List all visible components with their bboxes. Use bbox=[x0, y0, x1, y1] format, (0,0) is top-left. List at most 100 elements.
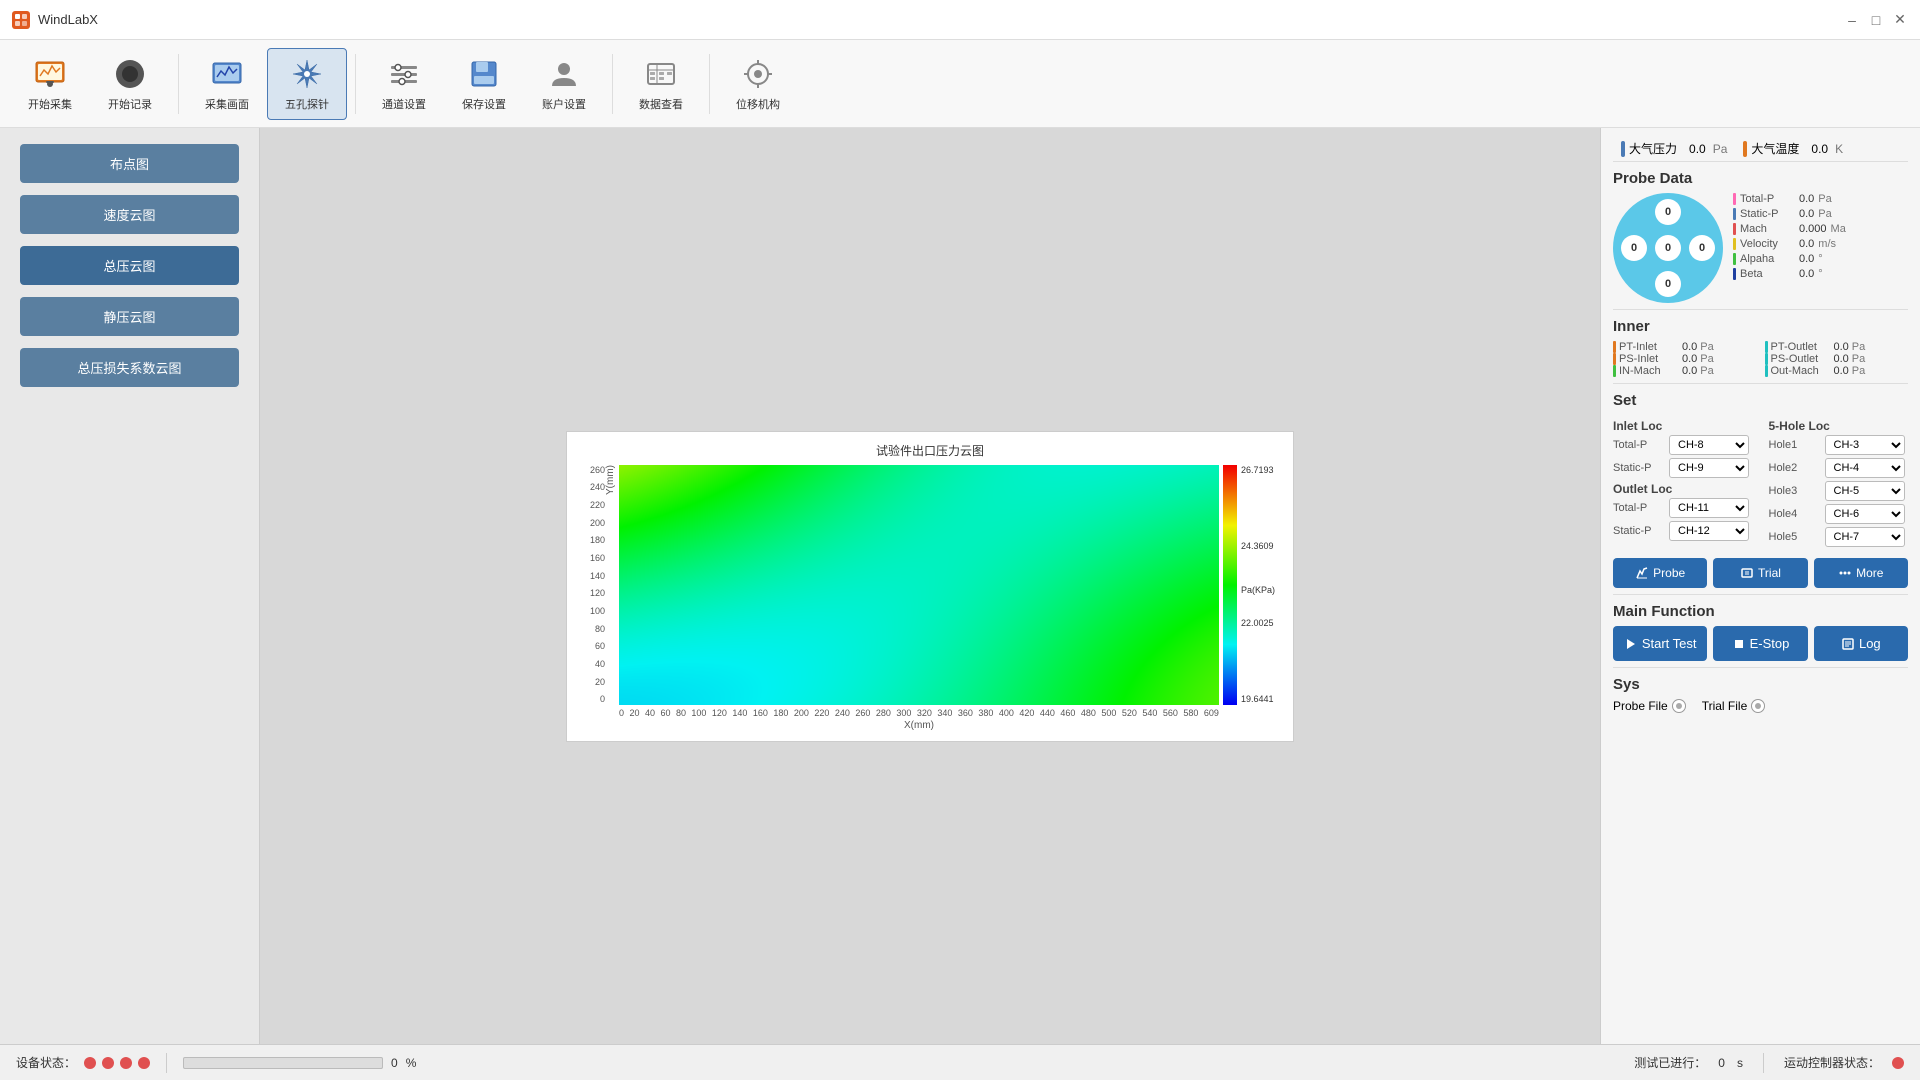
window-controls: – □ ✕ bbox=[1844, 12, 1908, 28]
toolbar-data-view[interactable]: 数据查看 bbox=[621, 48, 701, 120]
main-function-buttons: Start Test E-Stop Log bbox=[1613, 626, 1908, 661]
set-hole1: Hole1 CH-3CH-1CH-2CH-4CH-5CH-6CH-7CH-8CH… bbox=[1769, 435, 1909, 455]
sys-row: Probe File Trial File bbox=[1613, 699, 1908, 713]
static-p-value: 0.0 bbox=[1799, 208, 1814, 220]
log-button[interactable]: Log bbox=[1814, 626, 1908, 661]
trial-file-label: Trial File bbox=[1702, 699, 1748, 713]
divider-4 bbox=[1613, 667, 1908, 668]
inner-right: PT-Outlet 0.0 Pa PS-Outlet 0.0 Pa Out-Ma… bbox=[1765, 341, 1909, 377]
sidebar-btn-4[interactable]: 总压损失系数云图 bbox=[20, 348, 239, 387]
probe-val-alpha: Alpaha 0.0 ° bbox=[1733, 253, 1846, 265]
log-icon bbox=[1841, 637, 1855, 651]
probe-val-velocity: Velocity 0.0 m/s bbox=[1733, 238, 1846, 250]
e-stop-button[interactable]: E-Stop bbox=[1713, 626, 1807, 661]
set-outlet-sp-select[interactable]: CH-12CH-1CH-2CH-3CH-4CH-5CH-6CH-7CH-8CH-… bbox=[1669, 521, 1749, 541]
probe-file-radio[interactable] bbox=[1672, 699, 1686, 713]
progress-value: 0 bbox=[391, 1056, 398, 1070]
sidebar-btn-1[interactable]: 速度云图 bbox=[20, 195, 239, 234]
probe-file-item: Probe File bbox=[1613, 699, 1686, 713]
toolbar-start-record[interactable]: 开始记录 bbox=[90, 48, 170, 120]
velocity-unit: m/s bbox=[1818, 238, 1836, 250]
probe-diagram: 0 0 0 0 0 bbox=[1613, 193, 1723, 303]
hole5-select[interactable]: CH-7CH-1CH-2CH-3CH-4CH-5CH-6CH-8CH-9CH-1… bbox=[1825, 527, 1905, 547]
toolbar-start-collect[interactable]: 开始采集 bbox=[10, 48, 90, 120]
toolbar-motion[interactable]: 位移机构 bbox=[718, 48, 798, 120]
probe-hole-right: 0 bbox=[1689, 235, 1715, 261]
toolbar-channel-settings[interactable]: 通道设置 bbox=[364, 48, 444, 120]
probe-file-label: Probe File bbox=[1613, 699, 1668, 713]
pt-outlet-value: 0.0 bbox=[1834, 341, 1849, 353]
sidebar-btn-3[interactable]: 静压云图 bbox=[20, 297, 239, 336]
probe-hole-bottom: 0 bbox=[1655, 271, 1681, 297]
hole4-select[interactable]: CH-6CH-1CH-2CH-3CH-4CH-5CH-7CH-8CH-9CH-1… bbox=[1825, 504, 1905, 524]
probe-val-total-p: Total-P 0.0 Pa bbox=[1733, 193, 1846, 205]
maximize-button[interactable]: □ bbox=[1868, 12, 1884, 28]
trial-button[interactable]: Trial bbox=[1713, 558, 1807, 588]
start-test-button[interactable]: Start Test bbox=[1613, 626, 1707, 661]
colorbar: 26.7193 24.3609 22.0025 19.6441 Pa(KPa) bbox=[1223, 465, 1283, 708]
hole3-select[interactable]: CH-5CH-1CH-2CH-3CH-4CH-6CH-7CH-8CH-9CH-1… bbox=[1825, 481, 1905, 501]
trial-file-item: Trial File bbox=[1702, 699, 1766, 713]
atm-temp-value: 0.0 bbox=[1811, 142, 1828, 156]
more-button[interactable]: More bbox=[1814, 558, 1908, 588]
sidebar-btn-2[interactable]: 总压云图 bbox=[20, 246, 239, 285]
toolbar-user-settings[interactable]: 账户设置 bbox=[524, 48, 604, 120]
hole1-select[interactable]: CH-3CH-1CH-2CH-4CH-5CH-6CH-7CH-8CH-9CH-1… bbox=[1825, 435, 1905, 455]
beta-unit: ° bbox=[1818, 268, 1822, 280]
e-stop-icon bbox=[1732, 637, 1746, 651]
probe-icon bbox=[1635, 566, 1649, 580]
hole5-label: Hole5 bbox=[1769, 531, 1821, 543]
inner-in-mach: IN-Mach 0.0 Pa bbox=[1613, 365, 1757, 377]
minimize-button[interactable]: – bbox=[1844, 12, 1860, 28]
toolbar-save-settings[interactable]: 保存设置 bbox=[444, 48, 524, 120]
set-inlet-sp-select[interactable]: CH-9CH-1CH-2CH-3CH-4CH-5CH-6CH-7CH-8CH-1… bbox=[1669, 458, 1749, 478]
in-mach-indicator bbox=[1613, 365, 1616, 377]
chart-container: 试验件出口压力云图 260240220200180160140120100806… bbox=[566, 431, 1294, 742]
close-button[interactable]: ✕ bbox=[1892, 12, 1908, 28]
probe-data-title: Probe Data bbox=[1613, 170, 1908, 187]
chart-row: 260240220200180160140120100806040200 Y(m… bbox=[577, 465, 1283, 708]
progress-bar bbox=[183, 1057, 383, 1069]
y-axis-label: Y(mm) bbox=[605, 465, 619, 495]
alpha-value: 0.0 bbox=[1799, 253, 1814, 265]
center-content: 试验件出口压力云图 260240220200180160140120100806… bbox=[260, 128, 1600, 1044]
info-bar: 大气压力 0.0 Pa 大气温度 0.0 K bbox=[1613, 136, 1908, 162]
sidebar-btn-0[interactable]: 布点图 bbox=[20, 144, 239, 183]
hole2-select[interactable]: CH-4CH-1CH-2CH-3CH-5CH-6CH-7CH-8CH-9CH-1… bbox=[1825, 458, 1905, 478]
probe-button[interactable]: Probe bbox=[1613, 558, 1707, 588]
set-title: Set bbox=[1613, 392, 1908, 409]
toolbar-sep-2 bbox=[355, 54, 356, 114]
velocity-label: Velocity bbox=[1740, 238, 1795, 250]
toolbar-capture-screen[interactable]: 采集画面 bbox=[187, 48, 267, 120]
progress-unit: % bbox=[406, 1056, 417, 1070]
set-outlet-tp-select[interactable]: CH-11CH-1CH-2CH-3CH-4CH-5CH-6CH-7CH-8CH-… bbox=[1669, 498, 1749, 518]
app-title: WindLabX bbox=[38, 12, 98, 27]
probe-hole-top: 0 bbox=[1655, 199, 1681, 225]
chart-title: 试验件出口压力云图 bbox=[577, 442, 1283, 459]
divider-1 bbox=[1613, 309, 1908, 310]
probe-data-container: 0 0 0 0 0 Total-P 0.0 Pa Static-P 0.0 bbox=[1613, 193, 1908, 303]
ps-outlet-indicator bbox=[1765, 353, 1768, 365]
hole1-label: Hole1 bbox=[1769, 439, 1821, 451]
title-bar-left: WindLabX bbox=[12, 11, 98, 29]
inner-pt-outlet: PT-Outlet 0.0 Pa bbox=[1765, 341, 1909, 353]
status-divider-2 bbox=[1763, 1053, 1764, 1073]
start-record-icon bbox=[112, 56, 148, 92]
total-p-unit: Pa bbox=[1818, 193, 1831, 205]
trial-file-radio[interactable] bbox=[1751, 699, 1765, 713]
atm-temp-indicator bbox=[1743, 141, 1747, 157]
colorbar-val-2: 22.0025 bbox=[1241, 618, 1274, 628]
set-inlet-tp-select[interactable]: CH-8CH-1CH-2CH-3CH-4CH-5CH-6CH-7CH-9CH-1… bbox=[1669, 435, 1749, 455]
x-axis-ticks: 0204060801001201401601802002202402602803… bbox=[619, 708, 1219, 731]
mach-indicator bbox=[1733, 223, 1736, 235]
alpha-indicator bbox=[1733, 253, 1736, 265]
probe-values: Total-P 0.0 Pa Static-P 0.0 Pa Mach 0.00… bbox=[1733, 193, 1846, 280]
ps-inlet-label: PS-Inlet bbox=[1619, 353, 1679, 365]
inner-out-mach: Out-Mach 0.0 Pa bbox=[1765, 365, 1909, 377]
toolbar-five-hole[interactable]: 五孔探针 bbox=[267, 48, 347, 120]
five-hole-icon bbox=[289, 56, 325, 92]
divider-2 bbox=[1613, 383, 1908, 384]
beta-indicator bbox=[1733, 268, 1736, 280]
static-p-indicator bbox=[1733, 208, 1736, 220]
set-grid: Inlet Loc Total-P CH-8CH-1CH-2CH-3CH-4CH… bbox=[1613, 415, 1908, 550]
